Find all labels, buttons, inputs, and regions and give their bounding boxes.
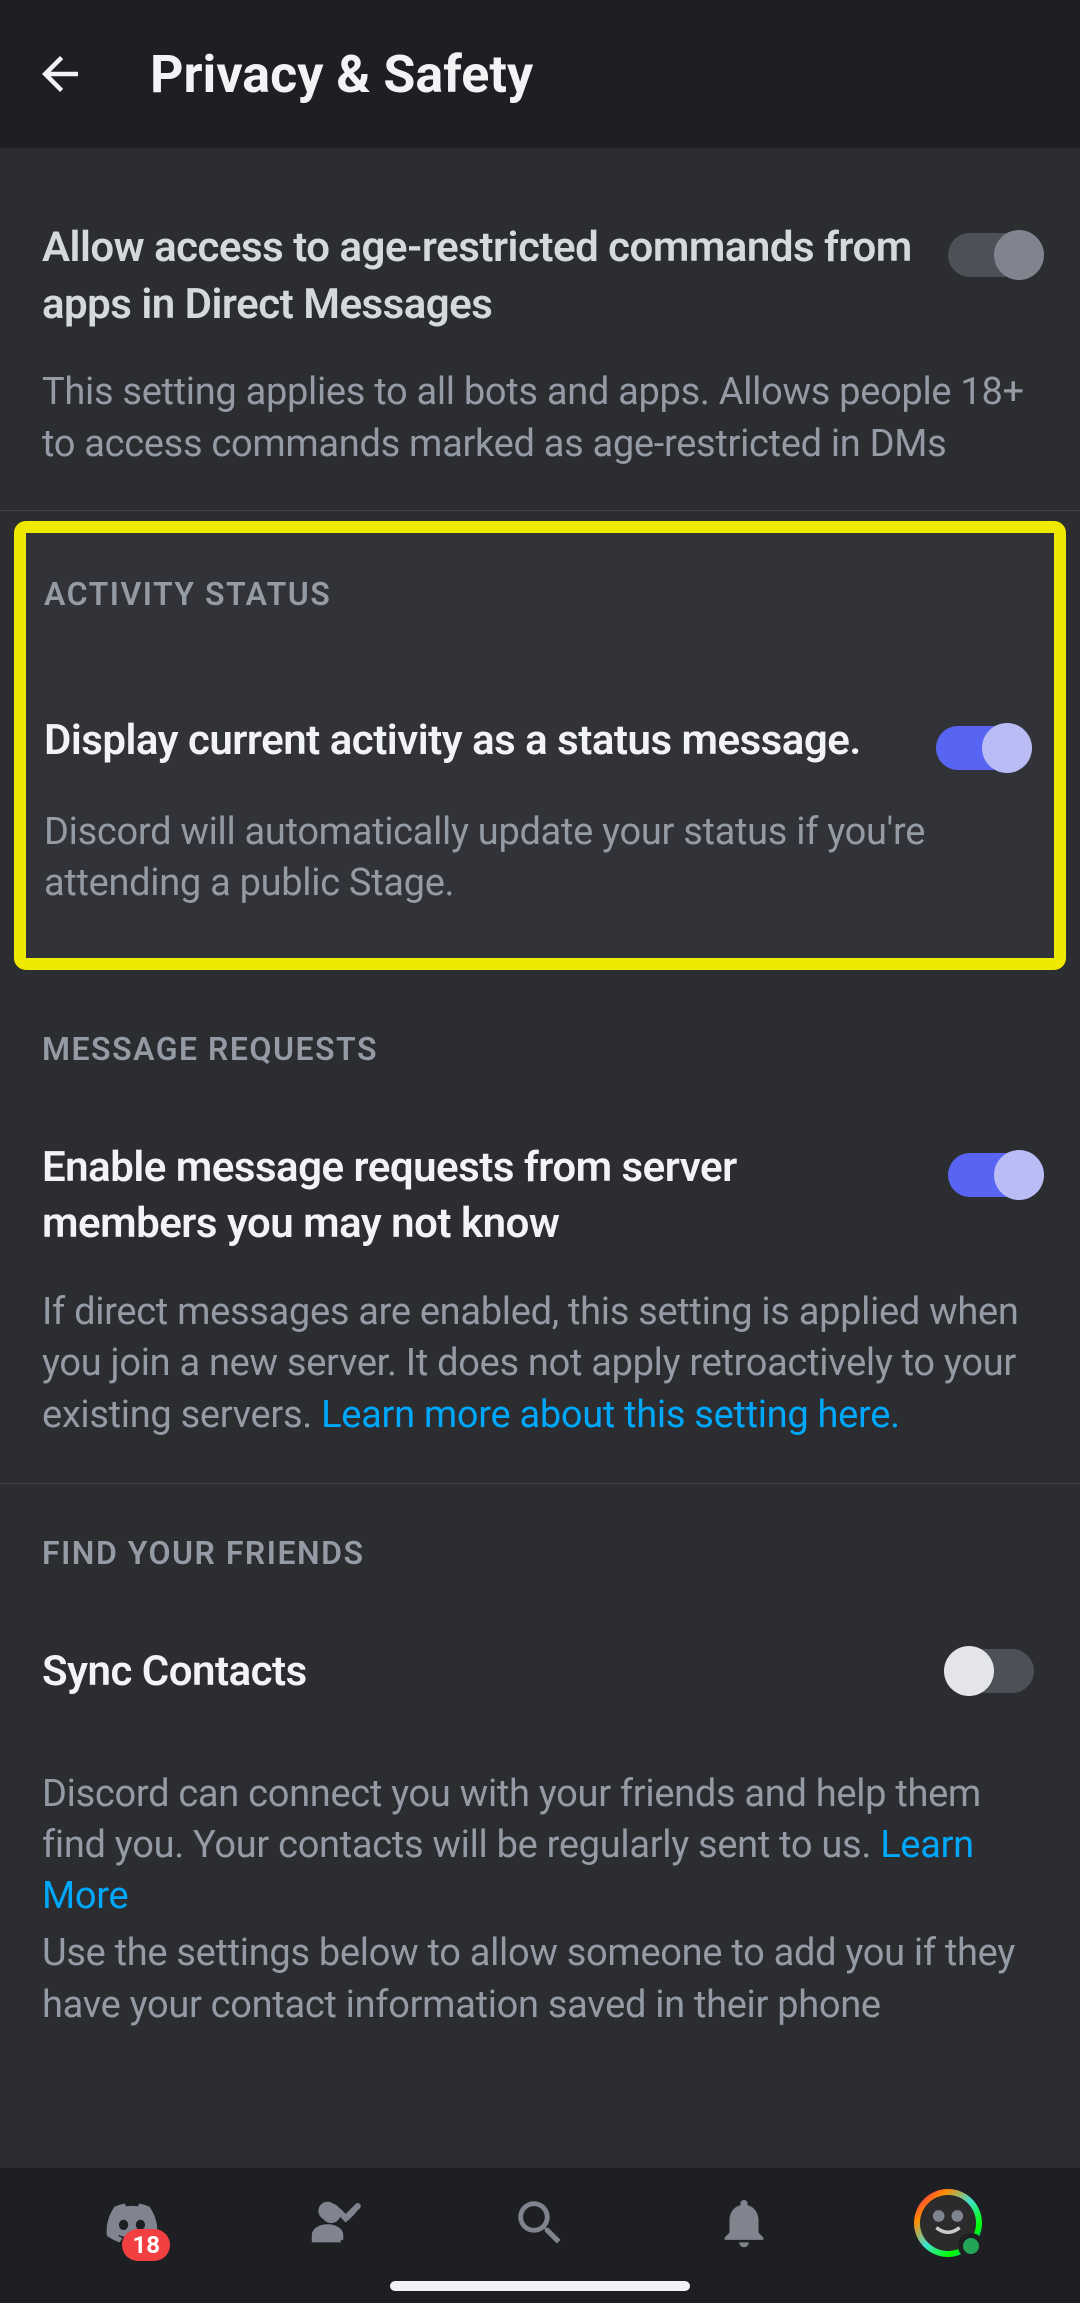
notification-badge: 18 <box>122 2229 170 2261</box>
sync-contacts-toggle[interactable] <box>948 1646 1038 1696</box>
activity-status-toggle[interactable] <box>936 723 1026 773</box>
friends-icon <box>307 2194 365 2252</box>
arrow-left-icon <box>33 47 87 101</box>
age-restricted-section: Allow access to age-restricted commands … <box>0 148 1080 511</box>
search-icon <box>511 2194 569 2252</box>
age-restricted-label: Allow access to age-restricted commands … <box>42 220 918 333</box>
find-friends-header: FIND YOUR FRIENDS <box>42 1534 1038 1572</box>
activity-status-header: ACTIVITY STATUS <box>44 575 1026 613</box>
learn-more-link[interactable]: Learn more about this setting here. <box>321 1393 900 1437</box>
activity-status-row[interactable]: Display current activity as a status mes… <box>44 713 1026 773</box>
nav-friends[interactable] <box>296 2183 376 2263</box>
nav-notifications[interactable] <box>704 2183 784 2263</box>
age-restricted-desc: This setting applies to all bots and app… <box>42 367 1038 470</box>
page-title: Privacy & Safety <box>150 44 533 105</box>
sync-contacts-label: Sync Contacts <box>42 1644 918 1701</box>
age-restricted-toggle[interactable] <box>948 230 1038 280</box>
nav-home[interactable]: 18 <box>92 2183 172 2263</box>
header: Privacy & Safety <box>0 0 1080 148</box>
activity-status-label: Display current activity as a status mes… <box>44 713 906 770</box>
sync-contacts-desc-2: Use the settings below to allow someone … <box>42 1928 1038 2031</box>
online-status-indicator <box>958 2233 984 2259</box>
activity-status-desc: Discord will automatically update your s… <box>44 807 1026 910</box>
avatar <box>914 2189 982 2257</box>
message-requests-row[interactable]: Enable message requests from server memb… <box>42 1140 1038 1253</box>
message-requests-header: MESSAGE REQUESTS <box>42 1030 1038 1068</box>
bell-icon <box>715 2194 773 2252</box>
settings-content: Allow access to age-restricted commands … <box>0 148 1080 2168</box>
sync-contacts-row[interactable]: Sync Contacts <box>42 1644 1038 1701</box>
nav-search[interactable] <box>500 2183 580 2263</box>
find-friends-section: FIND YOUR FRIENDS Sync Contacts Discord … <box>0 1484 1080 2031</box>
home-indicator <box>390 2281 690 2291</box>
message-requests-toggle[interactable] <box>948 1150 1038 1200</box>
nav-profile[interactable] <box>908 2183 988 2263</box>
back-button[interactable] <box>30 44 90 104</box>
message-requests-section: MESSAGE REQUESTS Enable message requests… <box>0 980 1080 1484</box>
activity-status-highlight: ACTIVITY STATUS Display current activity… <box>14 521 1066 970</box>
message-requests-label: Enable message requests from server memb… <box>42 1140 918 1253</box>
message-requests-desc: If direct messages are enabled, this set… <box>42 1287 1038 1441</box>
age-restricted-row[interactable]: Allow access to age-restricted commands … <box>42 220 1038 333</box>
sync-contacts-desc: Discord can connect you with your friend… <box>42 1769 1038 1923</box>
